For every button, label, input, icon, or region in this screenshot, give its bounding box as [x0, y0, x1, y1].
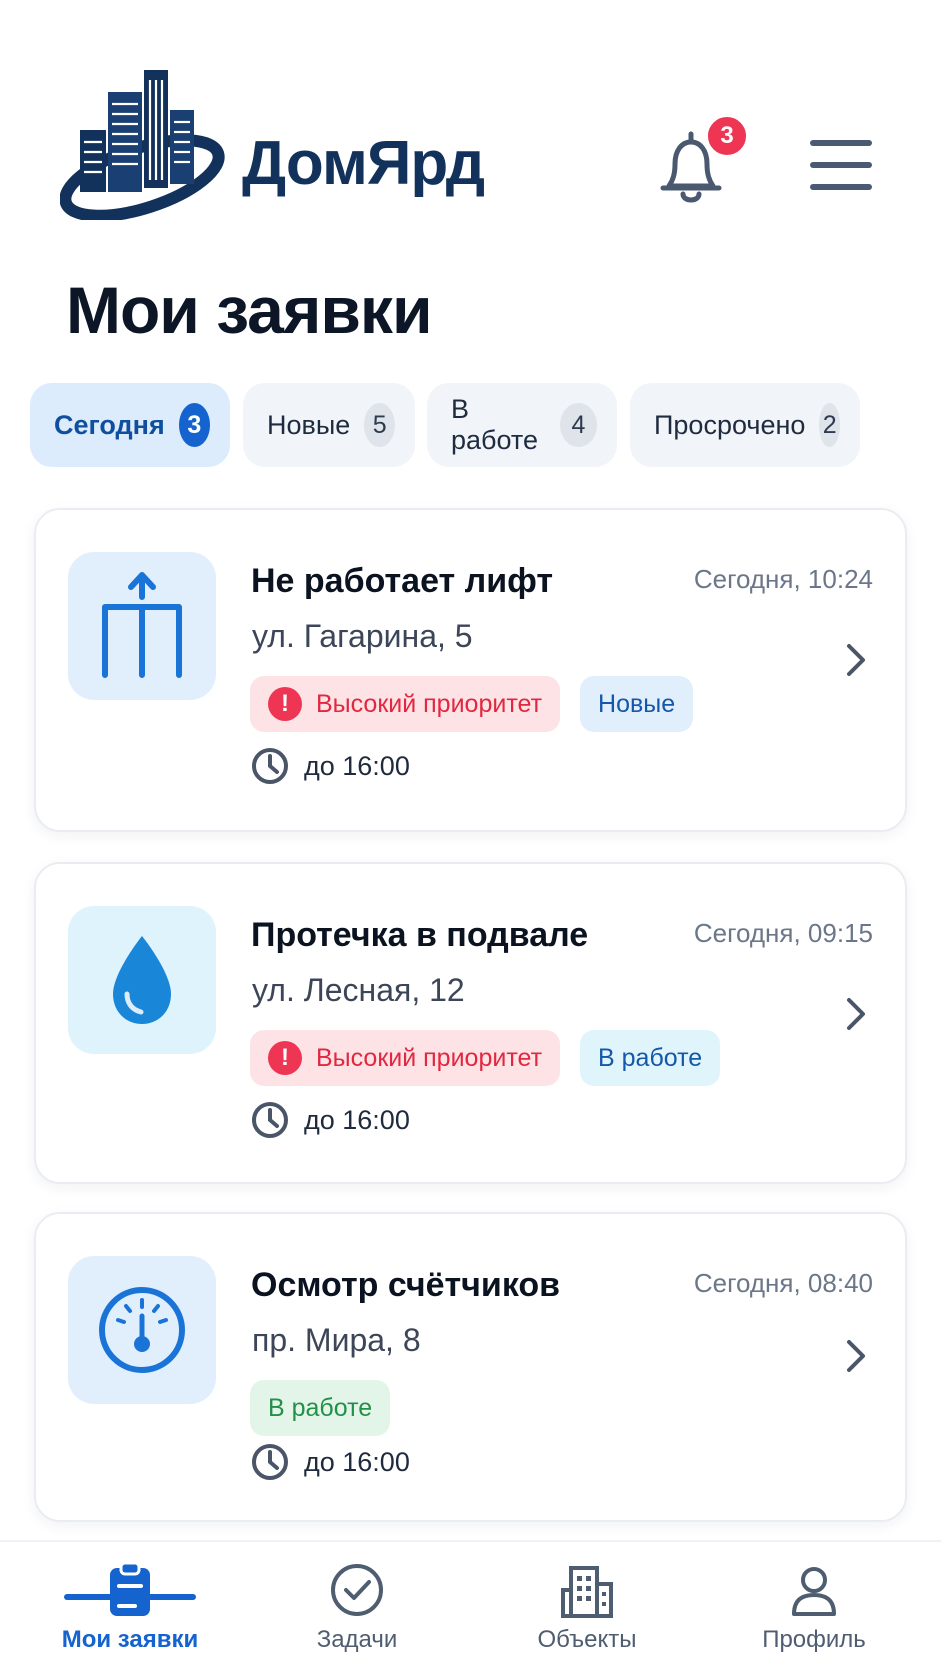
menu-bar — [810, 184, 872, 190]
request-title: Протечка в подвале — [251, 916, 589, 954]
due-text: до 16:00 — [304, 1446, 410, 1477]
request-card[interactable]: Осмотр счётчиков Сегодня, 08:40 пр. Мира… — [34, 1212, 907, 1522]
status-badge: Новые — [580, 676, 694, 732]
due-text: до 16:00 — [304, 1104, 410, 1135]
request-address: пр. Мира, 8 — [252, 1322, 421, 1358]
water-drop-icon — [113, 936, 171, 1024]
filter-chip-new[interactable]: Новые 5 — [243, 383, 415, 467]
nav-label: Профиль — [762, 1626, 866, 1653]
status-badge: В работе — [250, 1380, 391, 1436]
request-tags: В работе — [250, 1380, 391, 1436]
app-screen: ДомЯрд 3 Мои заявки Сегодня 3 Новые 5 В … — [0, 0, 941, 1672]
menu-bar — [810, 140, 872, 146]
clipboard-icon — [110, 1561, 150, 1616]
building-icon — [561, 1566, 613, 1618]
chip-count: 4 — [559, 403, 597, 447]
active-tab-indicator — [64, 1594, 196, 1600]
filter-chip-overdue[interactable]: Просрочено 2 — [630, 383, 860, 467]
meter-gauge-icon — [99, 1287, 185, 1373]
elevator-icon — [102, 572, 182, 678]
filter-chip-today[interactable]: Сегодня 3 — [30, 383, 230, 467]
priority-label: Высокий приоритет — [316, 689, 543, 718]
request-due: до 16:00 — [250, 746, 410, 786]
request-thumb — [68, 552, 216, 700]
nav-label: Мои заявки — [61, 1626, 199, 1653]
alert-icon: ! — [268, 687, 302, 721]
chip-label: Просрочено — [654, 409, 806, 440]
request-due: до 16:00 — [250, 1100, 410, 1140]
request-time: Сегодня, 09:15 — [693, 918, 873, 948]
chip-label: Новые — [267, 409, 351, 440]
nav-objects[interactable]: Объекты — [487, 1542, 687, 1672]
status-badge: В работе — [580, 1030, 721, 1086]
filter-chip-in-progress[interactable]: В работе 4 — [427, 383, 617, 467]
chip-count: 5 — [364, 403, 395, 447]
nav-tasks[interactable]: Задачи — [257, 1542, 457, 1672]
clock-icon — [252, 1102, 288, 1138]
request-due: до 16:00 — [250, 1442, 410, 1482]
request-title: Не работает лифт — [251, 562, 554, 600]
bottom-nav: Мои заявки Задачи Объекты Профиль — [0, 1540, 941, 1672]
menu-button[interactable] — [810, 140, 872, 192]
request-thumb — [68, 906, 216, 1054]
chip-count: 3 — [178, 403, 210, 447]
due-text: до 16:00 — [304, 750, 410, 781]
user-icon — [792, 1567, 836, 1616]
chevron-right-icon — [847, 644, 865, 676]
logo-icon — [60, 70, 225, 220]
request-tags: ! Высокий приоритет В работе — [250, 1030, 721, 1086]
nav-my-requests[interactable]: Мои заявки — [30, 1542, 230, 1672]
request-tags: ! Высокий приоритет Новые — [250, 676, 694, 732]
request-time: Сегодня, 08:40 — [693, 1268, 873, 1298]
priority-label: Высокий приоритет — [316, 1043, 543, 1072]
request-time: Сегодня, 10:24 — [693, 564, 873, 594]
chevron-right-icon — [847, 1340, 865, 1372]
brand-name: ДомЯрд — [242, 129, 485, 198]
chip-label: Сегодня — [54, 409, 165, 440]
chevron-right-icon — [847, 998, 865, 1030]
request-address: ул. Гагарина, 5 — [252, 618, 473, 654]
request-thumb — [68, 1256, 216, 1404]
notification-badge: 3 — [705, 114, 749, 158]
page-title: Мои заявки — [66, 273, 433, 347]
priority-badge: ! Высокий приоритет — [250, 1030, 561, 1086]
header: ДомЯрд 3 — [0, 0, 941, 250]
chip-label: В работе — [451, 394, 538, 455]
alert-icon: ! — [268, 1041, 302, 1075]
check-circle-icon — [331, 1564, 383, 1616]
nav-label: Объекты — [537, 1626, 637, 1653]
chip-count: 2 — [819, 403, 840, 447]
request-card[interactable]: Протечка в подвале Сегодня, 09:15 ул. Ле… — [34, 862, 907, 1184]
request-address: ул. Лесная, 12 — [252, 972, 465, 1008]
request-title: Осмотр счётчиков — [251, 1266, 561, 1304]
priority-badge: ! Высокий приоритет — [250, 676, 561, 732]
nav-profile[interactable]: Профиль — [714, 1542, 914, 1672]
clock-icon — [252, 1444, 288, 1480]
clock-icon — [252, 748, 288, 784]
nav-label: Задачи — [316, 1626, 398, 1653]
request-card[interactable]: Не работает лифт Сегодня, 10:24 ул. Гага… — [34, 508, 907, 832]
menu-bar — [810, 162, 872, 168]
